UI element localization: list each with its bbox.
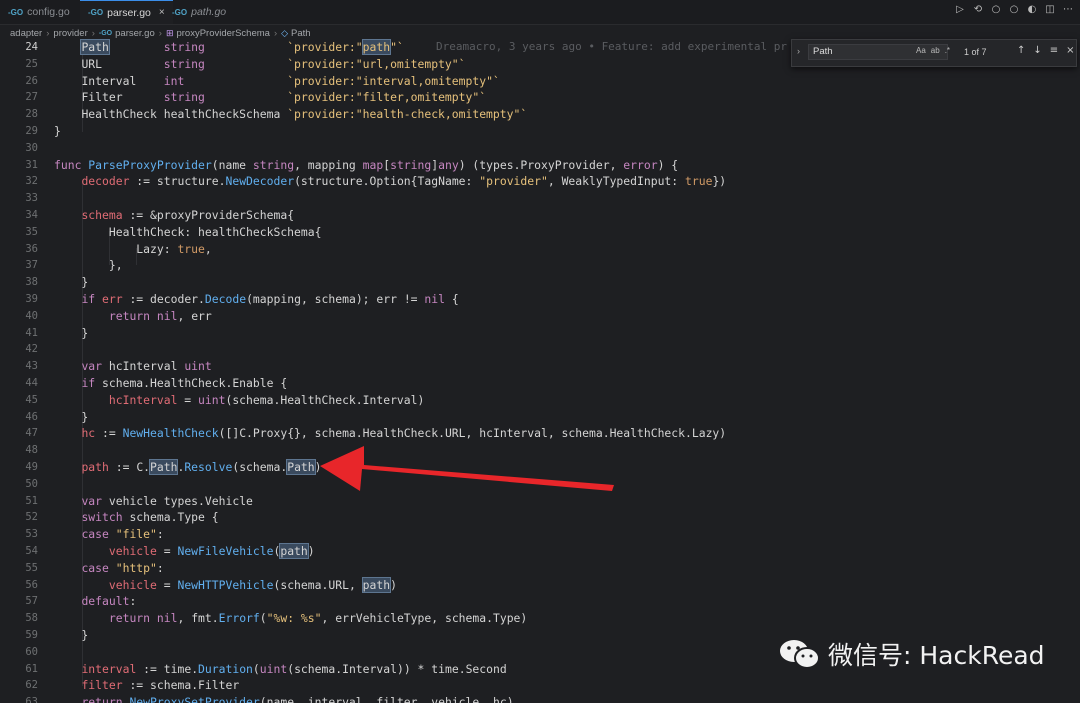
watermark-text: 微信号: HackRead (828, 641, 1045, 670)
annotation-arrow (320, 446, 614, 491)
wechat-icon (780, 640, 820, 669)
arrow-shape (320, 446, 614, 491)
watermark: 微信号: HackRead (778, 636, 1045, 672)
